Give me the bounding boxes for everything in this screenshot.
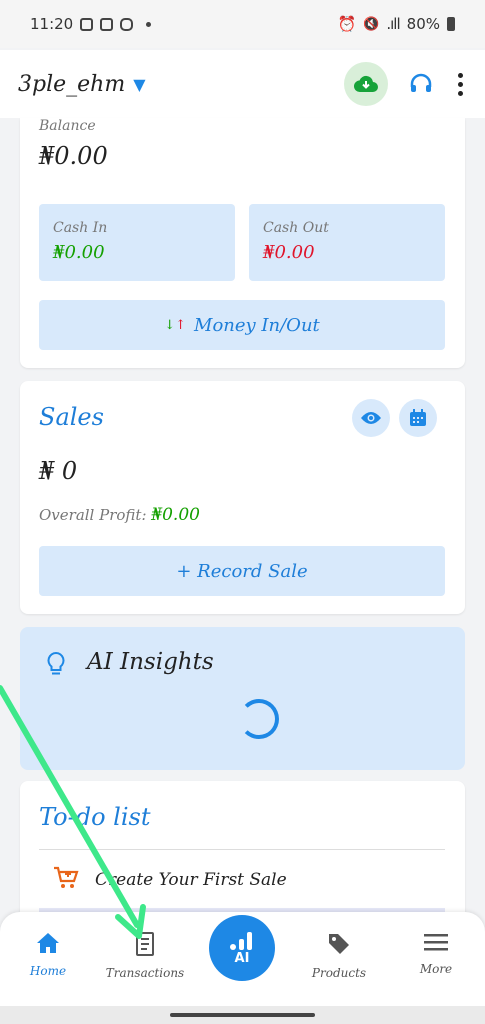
mute-icon: 🔇	[363, 16, 380, 32]
cash-out-label: Cash Out	[263, 220, 329, 236]
chevron-down-icon: ▼	[133, 74, 146, 94]
store-name: 3ple_ehm	[18, 71, 126, 97]
nav-products[interactable]: Products	[299, 932, 379, 980]
battery-percent: 80%	[406, 15, 440, 33]
nav-ai-label: AI	[234, 950, 250, 966]
toggle-visibility-button[interactable]	[352, 399, 390, 437]
todo-item[interactable]: Create Your First Sale	[39, 850, 445, 908]
chart-icon	[230, 931, 252, 950]
nav-home[interactable]: Home	[8, 932, 88, 978]
status-time: 11:20	[30, 15, 74, 33]
record-sale-button[interactable]: + Record Sale	[39, 546, 445, 596]
instagram-icon	[120, 17, 134, 31]
sales-amount: ₦ 0	[39, 457, 78, 485]
cart-icon	[54, 866, 79, 888]
profit-label: Overall Profit:	[39, 506, 147, 524]
ai-insights-card[interactable]: AI Insights	[20, 627, 465, 770]
store-selector[interactable]: 3ple_ehm ▼	[18, 72, 146, 97]
alarm-icon: ⏰	[337, 15, 357, 33]
notification-dot-icon	[146, 21, 152, 27]
lightbulb-icon	[47, 651, 65, 675]
cash-in-value: ₦0.00	[53, 242, 105, 263]
sync-button[interactable]	[344, 62, 388, 106]
arrows-updown-icon: ↓↑	[164, 317, 187, 333]
battery-icon	[447, 17, 455, 31]
home-icon	[37, 933, 59, 953]
eye-icon	[361, 412, 381, 424]
todo-title: To-do list	[39, 803, 151, 831]
money-in-out-label: Money In/Out	[194, 314, 320, 336]
balance-value: ₦0.00	[39, 142, 108, 170]
calendar-button[interactable]	[399, 399, 437, 437]
loading-spinner	[239, 699, 279, 739]
calendar-icon	[410, 409, 426, 426]
cloud-download-icon	[353, 75, 378, 93]
cash-in-label: Cash In	[53, 220, 108, 236]
balance-label: Balance	[39, 118, 96, 134]
money-in-out-button[interactable]: ↓↑ Money In/Out	[39, 300, 445, 350]
nav-more-label: More	[419, 962, 453, 976]
nav-ai-button[interactable]: AI	[209, 915, 275, 981]
nav-more[interactable]: More	[396, 932, 476, 976]
nav-transactions[interactable]: Transactions	[105, 932, 185, 980]
balance-card: Balance ₦0.00 Cash In ₦0.00 Cash Out ₦0.…	[20, 118, 465, 368]
system-home-bar	[0, 1006, 485, 1024]
more-vert-icon[interactable]	[454, 69, 467, 100]
record-sale-label: + Record Sale	[176, 560, 308, 582]
tag-icon	[329, 934, 349, 954]
cash-in-panel: Cash In ₦0.00	[39, 204, 235, 281]
nav-transactions-label: Transactions	[105, 966, 185, 980]
status-bar: 11:20 ⏰ 🔇 .ıll 80%	[0, 0, 485, 48]
profit-value: ₦0.00	[151, 505, 200, 525]
cash-out-panel: Cash Out ₦0.00	[249, 204, 445, 281]
ai-insights-title: AI Insights	[87, 649, 214, 675]
receipt-icon	[136, 932, 154, 956]
sales-card: Sales ₦ 0 Overall Profit: ₦0.00 + Record…	[20, 381, 465, 614]
menu-icon	[424, 934, 448, 951]
gallery-icon	[80, 17, 94, 31]
headset-icon[interactable]	[408, 71, 434, 97]
bottom-nav: Home Transactions AI Products More	[0, 912, 485, 1006]
nav-products-label: Products	[311, 966, 367, 980]
nav-home-label: Home	[29, 964, 67, 978]
app-bar: 3ple_ehm ▼	[0, 50, 485, 118]
sales-title: Sales	[39, 403, 104, 431]
overall-profit: Overall Profit: ₦0.00	[39, 505, 200, 525]
cash-out-value: ₦0.00	[263, 242, 315, 263]
signal-icon: .ıll	[386, 15, 400, 33]
mail-icon	[100, 17, 114, 31]
todo-item-label: Create Your First Sale	[95, 870, 287, 890]
